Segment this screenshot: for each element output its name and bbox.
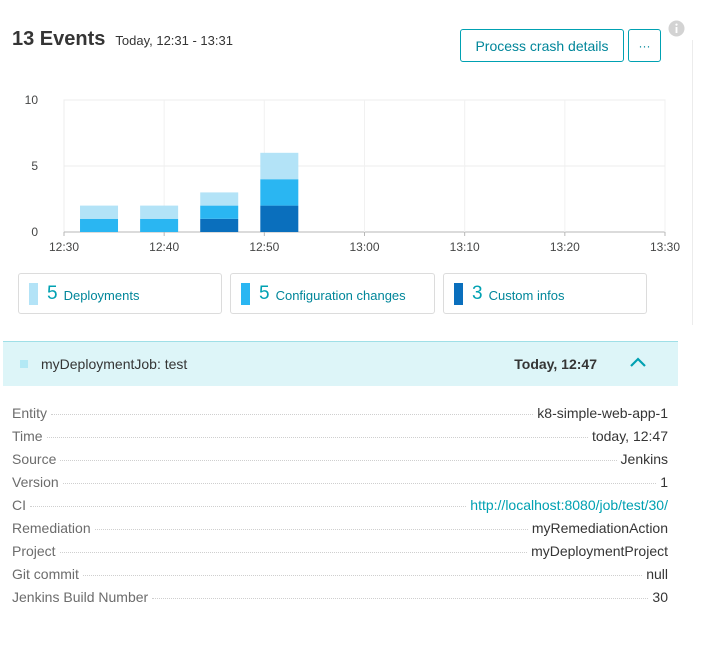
legend-label: Custom infos <box>488 288 565 303</box>
detail-row: Time today, 12:47 <box>12 428 668 451</box>
more-options-button[interactable]: ··· <box>628 29 661 62</box>
detail-value: today, 12:47 <box>591 428 668 444</box>
x-tick-label: 13:10 <box>450 240 480 254</box>
event-details: Entity k8-simple-web-app-1 Time today, 12:4… <box>12 405 668 612</box>
event-row[interactable]: myDeploymentJob: test Today, 12:47 <box>3 341 678 386</box>
detail-key: Git commit <box>12 566 79 582</box>
y-tick-label: 0 <box>31 225 38 239</box>
dotted-leader <box>94 529 528 530</box>
detail-key: Project <box>12 543 56 559</box>
dotted-leader <box>82 575 643 576</box>
x-tick-label: 12:30 <box>49 240 79 254</box>
bar-configuration-changes[interactable] <box>80 218 119 232</box>
detail-key: Version <box>12 474 59 490</box>
detail-key: Jenkins Build Number <box>12 589 149 605</box>
bar-deployments[interactable] <box>260 152 299 180</box>
legend-deployments[interactable]: 5 Deployments <box>18 273 222 314</box>
bar-configuration-changes[interactable] <box>140 218 179 232</box>
legend-custom-infos[interactable]: 3 Custom infos <box>443 273 647 314</box>
detail-value: myRemediationAction <box>531 520 668 536</box>
detail-row: Version 1 <box>12 474 668 497</box>
detail-value: Jenkins <box>620 451 668 467</box>
bar-configuration-changes[interactable] <box>200 205 239 219</box>
event-name: myDeploymentJob: test <box>41 356 188 372</box>
dotted-leader <box>62 483 657 484</box>
info-icon[interactable] <box>668 20 685 37</box>
event-type-marker <box>20 360 28 368</box>
detail-value: null <box>646 566 668 582</box>
ci-link[interactable]: http://localhost:8080/job/test/30/ <box>470 497 668 513</box>
x-tick-label: 13:30 <box>650 240 680 254</box>
detail-value: k8-simple-web-app-1 <box>537 405 668 421</box>
process-crash-details-button[interactable]: Process crash details <box>460 29 624 62</box>
dotted-leader <box>30 506 467 507</box>
legend-label: Deployments <box>63 288 140 303</box>
legend-count: 5 <box>259 282 270 304</box>
events-header: 13 Events Today, 12:31 - 13:31 <box>12 28 233 51</box>
x-tick-label: 13:00 <box>349 240 379 254</box>
events-chart: 0 5 10 12:30 12:40 12:50 13:00 13:10 13:20 13:30 <box>25 93 681 254</box>
dotted-leader <box>46 437 588 438</box>
detail-key: Entity <box>12 405 48 421</box>
time-range: Today, 12:31 - 13:31 <box>115 33 233 48</box>
x-tick-label: 12:40 <box>149 240 179 254</box>
detail-row: Jenkins Build Number 30 <box>12 589 668 612</box>
legend-count: 5 <box>47 282 58 304</box>
detail-row: CI http://localhost:8080/job/test/30/ <box>12 497 668 520</box>
detail-value: 1 <box>660 474 668 490</box>
bar-deployments[interactable] <box>140 205 179 219</box>
bar-custom-infos[interactable] <box>200 218 239 232</box>
page-title: 13 Events <box>12 28 106 50</box>
detail-row: Entity k8-simple-web-app-1 <box>12 405 668 428</box>
bar-deployments[interactable] <box>200 192 239 206</box>
y-tick-label: 10 <box>25 93 39 107</box>
configuration-swatch <box>241 282 250 305</box>
detail-value: myDeploymentProject <box>531 543 668 559</box>
chevron-up-icon[interactable] <box>629 356 647 368</box>
detail-row: Git commit null <box>12 566 668 589</box>
bar-custom-infos[interactable] <box>260 205 299 232</box>
detail-row: Project myDeploymentProject <box>12 543 668 566</box>
detail-key: Time <box>12 428 43 444</box>
detail-row: Remediation myRemediationAction <box>12 520 668 543</box>
detail-key: CI <box>12 497 26 513</box>
x-tick-label: 13:20 <box>550 240 580 254</box>
y-tick-label: 5 <box>31 159 38 173</box>
bar-configuration-changes[interactable] <box>260 179 299 206</box>
x-tick-label: 12:50 <box>249 240 279 254</box>
legend-count: 3 <box>472 282 483 304</box>
legend-configuration-changes[interactable]: 5 Configuration changes <box>230 273 435 314</box>
custom-infos-swatch <box>454 282 463 305</box>
detail-row: Source Jenkins <box>12 451 668 474</box>
event-time: Today, 12:47 <box>514 356 597 372</box>
detail-value: 30 <box>652 589 668 605</box>
detail-key: Remediation <box>12 520 91 536</box>
dotted-leader <box>59 552 528 553</box>
divider <box>692 40 693 325</box>
dotted-leader <box>60 460 617 461</box>
deployments-swatch <box>29 282 38 305</box>
dotted-leader <box>51 414 534 415</box>
bar-deployments[interactable] <box>80 205 119 219</box>
legend-label: Configuration changes <box>275 288 406 303</box>
detail-key: Source <box>12 451 57 467</box>
dotted-leader <box>152 598 649 599</box>
